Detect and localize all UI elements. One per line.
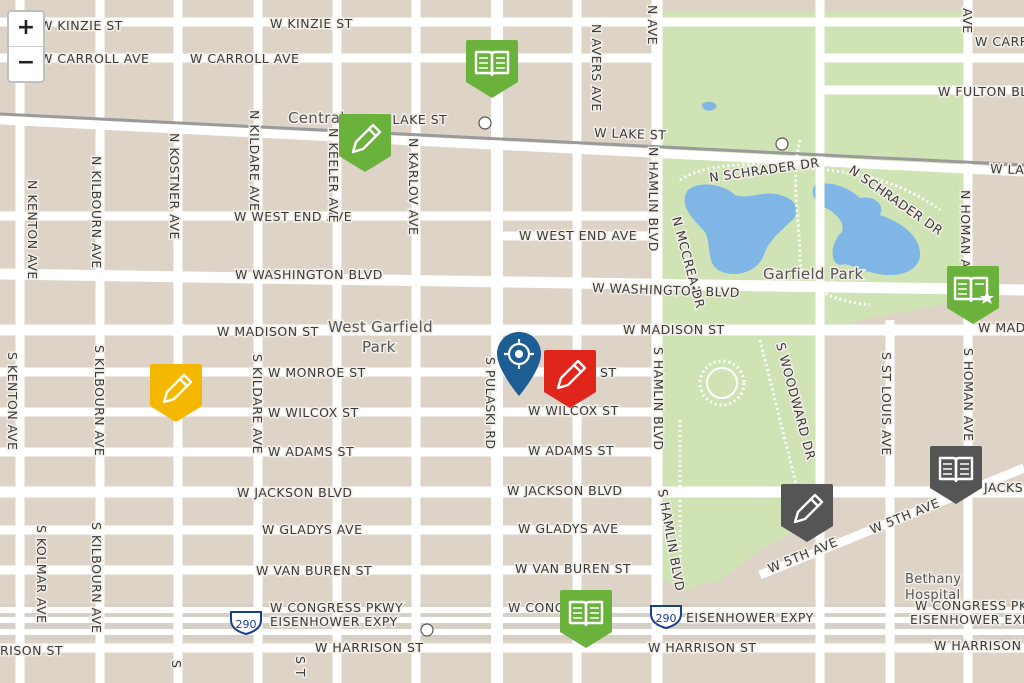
label-washington-west: W WASHINGTON BLVD — [235, 267, 383, 282]
label-harrison-left: RISON ST — [0, 643, 63, 658]
label-bethany-2: Hospital — [905, 588, 960, 603]
zoom-out-button[interactable]: − — [9, 46, 43, 81]
label-fulton: W FULTON BLVD — [938, 84, 1024, 99]
label-st-louis-south: S ST LOUIS AVE — [879, 352, 894, 456]
marker-pencil-red-wilcox[interactable] — [542, 348, 598, 410]
label-monroe-st: ST — [600, 365, 617, 380]
label-eisenhower-east: EISENHOWER EXPY — [686, 610, 814, 625]
label-avers-north: N AVERS AVE — [589, 24, 604, 112]
label-congress-mid: W CONG — [508, 600, 565, 615]
label-harrison-west: W HARRISON ST — [315, 640, 424, 655]
label-kilbourn-south-2: S KILBOURN AVE — [89, 522, 104, 633]
label-kolmar-south: S KOLMAR AVE — [34, 525, 49, 623]
label-gladys-west: W GLADYS AVE — [262, 522, 363, 537]
label-west-garfield-park-2: Park — [362, 338, 396, 356]
label-kostner-north: N KOSTNER AVE — [167, 133, 182, 240]
label-kenton-north: N KENTON AVE — [25, 180, 40, 280]
marker-pencil-gray-jackson[interactable] — [779, 482, 835, 544]
label-harrison-far: W HARRISON — [934, 638, 1021, 653]
label-bethany-1: Bethany — [905, 572, 961, 587]
label-jackson-west: W JACKSON BLVD — [237, 485, 353, 500]
label-hamlin-north: N HAMLIN BLVD — [646, 147, 661, 252]
label-west-end-east: W WEST END AVE — [519, 228, 637, 243]
label-kildare-south: S KILDARE AVE — [250, 354, 265, 454]
label-harrison-east: W HARRISON ST — [648, 640, 757, 655]
label-kinzie-east: W KINZIE ST — [270, 16, 353, 31]
label-gladys-east: W GLADYS AVE — [518, 521, 619, 536]
label-eisenhower-west: EISENHOWER EXPY — [270, 614, 398, 629]
label-karlov-north: N KARLOV AVE — [406, 138, 421, 235]
marker-pencil-green-keeler[interactable] — [337, 112, 393, 174]
marker-book-green-congress[interactable] — [558, 588, 614, 650]
zoom-control: + − — [7, 10, 45, 83]
label-madison-west: W MADISON ST — [217, 324, 319, 339]
marker-book-green-north[interactable] — [464, 38, 520, 100]
marker-location-blue-pulaski[interactable] — [495, 330, 543, 400]
label-s-frag: S — [169, 660, 184, 668]
label-eisenhower-far: EISENHOWER EXPY — [910, 612, 1024, 627]
label-kildare-north: N KILDARE AVE — [247, 110, 262, 211]
marker-pencil-yellow-kostner[interactable] — [148, 362, 204, 424]
label-west-garfield-park-1: West Garfield — [328, 318, 433, 336]
label-madison-east: W MADISON ST — [623, 322, 725, 337]
marker-book-star-green-park[interactable] — [945, 264, 1001, 326]
label-lake-east: W LAKE ST — [990, 161, 1024, 179]
label-kenton-south: S KENTON AVE — [5, 352, 20, 450]
label-carroll-east: W CARROLL AVE — [190, 51, 299, 66]
label-jackson-far: JACKS — [983, 480, 1023, 495]
label-carroll-far: W CARROLL AVE — [975, 34, 1024, 49]
label-homan-south: S HOMAN AVE — [961, 348, 976, 442]
zoom-in-button[interactable]: + — [9, 12, 43, 46]
label-congress-west: W CONGRESS PKWY — [270, 600, 403, 615]
label-jackson-east: W JACKSON BLVD — [507, 483, 623, 498]
label-garfield-park: Garfield Park — [763, 265, 863, 283]
label-carroll-west: W CARROLL AVE — [40, 51, 149, 66]
label-monroe: W MONROE ST — [268, 365, 366, 380]
label-kinzie-west: W KINZIE ST — [40, 18, 123, 33]
label-lake-mid: W LAKE ST — [594, 125, 667, 143]
label-van-buren-west: W VAN BUREN ST — [256, 563, 372, 578]
label-adams-east: W ADAMS ST — [528, 443, 614, 458]
svg-text:290: 290 — [236, 618, 257, 631]
label-kilbourn-north: N KILBOURN AVE — [89, 156, 104, 269]
label-homan-top: AVE — [960, 8, 975, 34]
label-hamlin-south-a: S HAMLIN BLVD — [651, 347, 666, 450]
label-kilbourn-south: S KILBOURN AVE — [92, 345, 107, 456]
label-hamlin-top: N AVE — [645, 5, 660, 45]
svg-text:290: 290 — [656, 612, 677, 625]
label-wilcox-west: W WILCOX ST — [268, 405, 359, 420]
marker-book-gray-homan[interactable] — [928, 444, 984, 506]
label-van-buren-east: W VAN BUREN ST — [515, 561, 631, 576]
label-adams-west: W ADAMS ST — [268, 444, 354, 459]
label-s-frag-2: S T — [293, 656, 308, 677]
